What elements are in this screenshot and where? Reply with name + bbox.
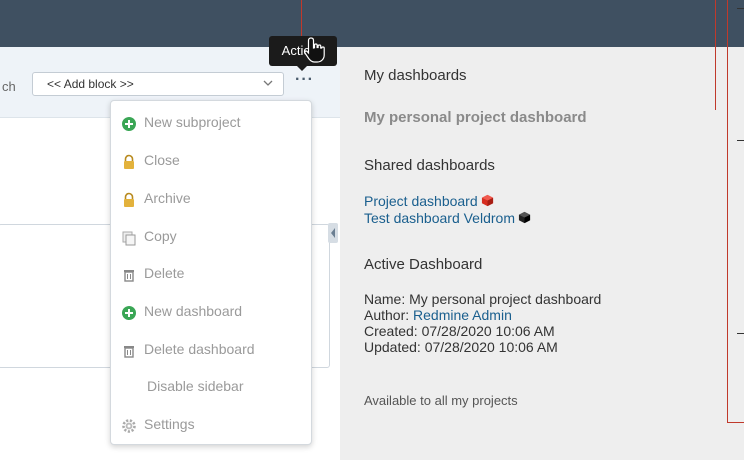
created-label: Created: <box>364 323 418 339</box>
menu-item-label: Copy <box>144 228 177 244</box>
hand-pointer-icon <box>304 37 325 63</box>
menu-item-label: Archive <box>144 190 191 206</box>
menu-item-label: New dashboard <box>144 303 243 319</box>
shared-dashboards-heading: Shared dashboards <box>364 157 495 174</box>
lock-icon <box>124 154 134 169</box>
shared-dashboard-item: Test dashboard Veldrom <box>364 210 531 226</box>
chevron-down-icon <box>263 80 273 86</box>
menu-item-new-subproject[interactable]: New subproject <box>111 105 311 141</box>
annotation-line <box>727 422 744 423</box>
cube-icon <box>518 211 531 224</box>
add-block-select-value: << Add block >> <box>47 77 134 91</box>
ellipsis-icon: ··· <box>295 71 314 88</box>
menu-item-label: New subproject <box>144 114 241 130</box>
annotation-line <box>727 0 728 423</box>
menu-item-new-dashboard[interactable]: New dashboard <box>111 294 311 330</box>
sidebar: My dashboards My personal project dashbo… <box>340 47 744 460</box>
created-value: 07/28/2020 10:06 AM <box>421 323 555 339</box>
add-block-select[interactable]: << Add block >> <box>32 72 284 96</box>
shared-dashboard-item: Project dashboard <box>364 193 494 209</box>
edge-tick <box>737 140 744 141</box>
author-label: Author: <box>364 307 410 323</box>
menu-item-delete-dashboard[interactable]: Delete dashboard <box>111 332 311 368</box>
active-dashboard-created: Created: 07/28/2020 10:06 AM <box>364 323 555 339</box>
menu-item-label: Close <box>144 152 180 168</box>
name-label: Name: <box>364 291 406 307</box>
menu-item-close[interactable]: Close <box>111 143 311 179</box>
edge-tick <box>737 333 744 334</box>
copy-icon <box>122 231 136 246</box>
menu-item-label: Delete dashboard <box>144 341 255 357</box>
menu-item-delete[interactable]: Delete <box>111 256 311 292</box>
menu-item-label: Delete <box>144 265 185 281</box>
search-label: ch <box>2 79 16 94</box>
updated-value: 07/28/2020 10:06 AM <box>424 339 558 355</box>
active-dashboard-name: Name: My personal project dashboard <box>364 291 601 307</box>
menu-item-label: Disable sidebar <box>147 378 244 394</box>
my-personal-dashboard-item: My personal project dashboard <box>364 109 587 126</box>
actions-menu-button[interactable]: ··· <box>293 71 323 93</box>
test-dashboard-veldrom-link[interactable]: Test dashboard Veldrom <box>364 210 515 226</box>
my-dashboards-heading: My dashboards <box>364 67 467 84</box>
tooltip-arrow <box>296 65 308 71</box>
sidebar-toggle-handle[interactable] <box>328 223 338 243</box>
menu-item-archive[interactable]: Archive <box>111 181 311 217</box>
cube-icon <box>481 194 493 207</box>
edge-tick <box>737 8 744 9</box>
active-dashboard-author: Author: Redmine Admin <box>364 307 512 323</box>
menu-item-disable-sidebar[interactable]: Disable sidebar <box>111 369 311 405</box>
plus-circle-icon <box>122 306 136 320</box>
trash-icon <box>124 270 134 282</box>
name-value: My personal project dashboard <box>409 291 602 307</box>
active-dashboard-heading: Active Dashboard <box>364 256 483 273</box>
author-link[interactable]: Redmine Admin <box>413 307 512 323</box>
project-dashboard-link[interactable]: Project dashboard <box>364 193 478 209</box>
trash-icon <box>124 346 134 358</box>
annotation-line <box>715 0 716 110</box>
gear-icon <box>122 419 136 433</box>
updated-label: Updated: <box>364 339 421 355</box>
menu-item-settings[interactable]: Settings <box>111 407 311 443</box>
actions-dropdown-menu: New subproject Close Archive Copy Delete <box>110 100 312 445</box>
availability-note: Available to all my projects <box>364 393 518 408</box>
lock-icon <box>124 192 134 207</box>
top-header-bar <box>0 0 744 47</box>
menu-item-copy[interactable]: Copy <box>111 219 311 255</box>
menu-item-label: Settings <box>144 416 195 432</box>
plus-circle-icon <box>122 117 136 131</box>
active-dashboard-updated: Updated: 07/28/2020 10:06 AM <box>364 339 558 355</box>
